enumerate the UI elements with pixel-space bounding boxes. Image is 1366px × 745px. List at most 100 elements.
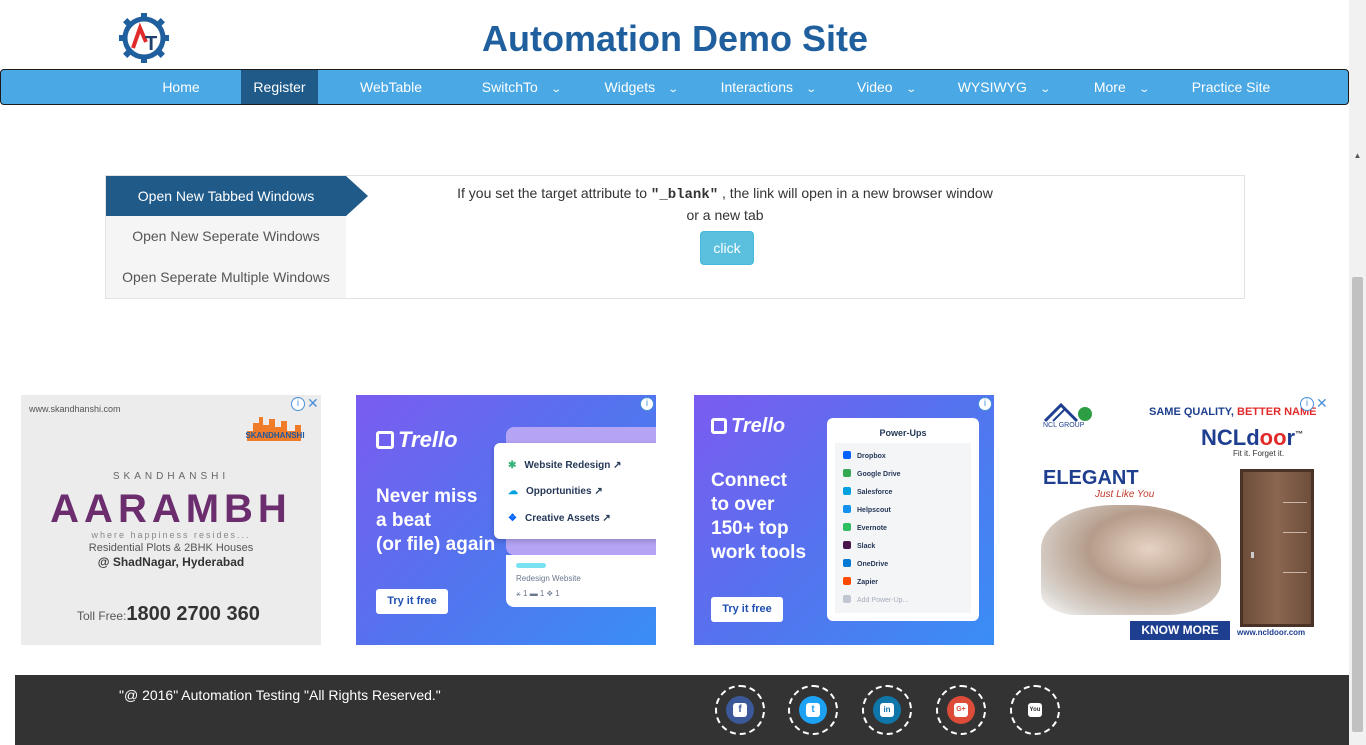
ad-headline: (or file) again bbox=[376, 534, 496, 555]
slack-icon bbox=[843, 541, 851, 549]
power-up-item: OneDrive bbox=[843, 559, 888, 568]
code-text: "_blank" bbox=[650, 187, 719, 203]
nav-item-more[interactable]: More ⌄ bbox=[1081, 70, 1161, 104]
power-up-label: Add Power-Up... bbox=[857, 597, 909, 604]
ad-ncl-door[interactable]: NCL GROUP SAME QUALITY, BETTER NAME NCLd… bbox=[1029, 395, 1329, 645]
trello-card: Redesign Website ⚹ 1 ▬ 1 ❖ 1 bbox=[506, 555, 656, 607]
card-row: ❖ Creative Assets ↗ bbox=[508, 513, 611, 524]
trello-logo: Trello bbox=[376, 427, 458, 453]
scrollbar-thumb[interactable] bbox=[1352, 277, 1363, 732]
nav-item-switchto[interactable]: SwitchTo ⌄ bbox=[471, 70, 571, 104]
nav-label: Interactions bbox=[720, 79, 793, 95]
google-plus-icon: G+ bbox=[947, 696, 975, 724]
power-up-item: Helpscout bbox=[843, 505, 891, 514]
power-up-item: Dropbox bbox=[843, 451, 886, 460]
card-row-label: Website Redesign ↗ bbox=[524, 460, 622, 471]
ad-elegant: ELEGANT bbox=[1043, 467, 1139, 489]
ncldoor-brand: NCLdoor™ bbox=[1201, 425, 1303, 451]
nav-label: Video bbox=[857, 79, 893, 95]
trello-logo-text: Trello bbox=[398, 427, 458, 452]
ad-headline: 150+ top bbox=[711, 518, 789, 539]
ad-trello-connect[interactable]: Trello Connect to over 150+ top work too… bbox=[694, 395, 994, 645]
nav-item-wysiwyg[interactable]: WYSIWYG ⌄ bbox=[946, 70, 1061, 104]
facebook-glyph: f bbox=[733, 703, 747, 717]
salesforce-icon: ☁ bbox=[508, 486, 518, 497]
ncl-house-logo-icon bbox=[1043, 402, 1092, 423]
nav-item-interactions[interactable]: Interactions ⌄ bbox=[708, 70, 828, 104]
trello-logo-text: Trello bbox=[731, 415, 786, 437]
ad-line: Residential Plots & 2BHK Houses bbox=[88, 542, 254, 554]
power-up-item: Google Drive bbox=[843, 469, 901, 478]
ad-info-icon[interactable]: i bbox=[1300, 397, 1314, 411]
description-text: , the link will open in a new browser wi… bbox=[686, 185, 993, 223]
trello-logo: Trello bbox=[711, 415, 785, 438]
twitter-icon: t bbox=[799, 696, 827, 724]
nav-label: Home bbox=[162, 79, 200, 95]
google-plus-link[interactable]: G+ bbox=[936, 685, 986, 735]
ncl-group-label: NCL GROUP bbox=[1043, 422, 1085, 429]
ad-close-icon[interactable]: ✕ bbox=[1316, 396, 1328, 410]
power-up-label: Slack bbox=[857, 543, 876, 550]
ad-logo-text: SKANDHANSHI bbox=[245, 431, 305, 440]
power-up-item: Add Power-Up... bbox=[843, 595, 908, 604]
dropbox-icon: ❖ bbox=[508, 513, 517, 524]
tab-open-new-tabbed-windows[interactable]: Open New Tabbed Windows bbox=[106, 176, 346, 216]
youtube-link[interactable]: You bbox=[1010, 685, 1060, 735]
ad-url: www.ncldoor.com bbox=[1237, 628, 1306, 637]
ad-skandhanshi[interactable]: www.skandhanshi.com SKANDHANSHI SKANDHAN… bbox=[21, 395, 321, 645]
youtube-icon: You bbox=[1021, 696, 1049, 724]
nav-item-practice-site[interactable]: Practice Site bbox=[1181, 70, 1281, 104]
tab-list: Open New Tabbed Windows Open New Seperat… bbox=[106, 176, 346, 298]
door-groove bbox=[1283, 532, 1307, 533]
ad-url: www.skandhanshi.com bbox=[29, 404, 121, 414]
linkedin-icon: in bbox=[873, 696, 901, 724]
nav-item-video[interactable]: Video ⌄ bbox=[841, 70, 931, 104]
nav-item-register[interactable]: Register bbox=[241, 70, 318, 104]
ad-trello-never-miss[interactable]: Trello Never miss a beat (or file) again… bbox=[356, 395, 656, 645]
tab-open-seperate-multiple-windows[interactable]: Open Seperate Multiple Windows bbox=[106, 257, 346, 297]
chevron-down-icon: ⌄ bbox=[805, 84, 818, 95]
headline-part: SAME QUALITY, bbox=[1149, 406, 1238, 418]
vertical-scrollbar[interactable]: ▲ bbox=[1349, 0, 1366, 745]
nav-item-home[interactable]: Home bbox=[141, 70, 221, 104]
page-title: Automation Demo Site bbox=[481, 18, 868, 59]
dropbox-icon bbox=[843, 451, 851, 459]
power-up-item: Evernote bbox=[843, 523, 887, 532]
facebook-link[interactable]: f bbox=[715, 685, 765, 735]
door-handle bbox=[1251, 552, 1254, 558]
power-ups-list: Dropbox Google Drive Salesforce Helpscou… bbox=[835, 443, 971, 613]
copyright-text: "@ 2016" Automation Testing "All Rights … bbox=[119, 687, 441, 703]
power-up-label: Dropbox bbox=[857, 453, 886, 460]
facebook-icon: f bbox=[726, 696, 754, 724]
linkedin-link[interactable]: in bbox=[862, 685, 912, 735]
nav-label: More bbox=[1093, 79, 1126, 95]
tab-open-new-seperate-windows[interactable]: Open New Seperate Windows bbox=[106, 216, 346, 256]
door-image bbox=[1240, 469, 1314, 627]
ad-close-icon[interactable]: ✕ bbox=[307, 396, 319, 410]
card-meta: ⚹ 1 ▬ 1 ❖ 1 bbox=[516, 589, 560, 598]
brand-part: NCLd bbox=[1201, 425, 1260, 450]
ad-info-icon[interactable]: i bbox=[640, 397, 654, 411]
card-label-bar bbox=[516, 563, 546, 568]
click-button[interactable]: click bbox=[700, 231, 754, 265]
twitter-link[interactable]: t bbox=[788, 685, 838, 735]
power-up-item: Zapier bbox=[843, 577, 878, 586]
ad-info-icon[interactable]: i bbox=[291, 397, 305, 411]
power-up-label: Evernote bbox=[857, 525, 887, 532]
ad-info-icon[interactable]: i bbox=[978, 397, 992, 411]
try-it-free-button[interactable]: Try it free bbox=[376, 589, 448, 614]
nav-item-webtable[interactable]: WebTable bbox=[341, 70, 441, 104]
power-ups-title: Power-Ups bbox=[879, 428, 927, 438]
scroll-up-arrow-icon[interactable]: ▲ bbox=[1353, 152, 1362, 160]
salesforce-icon bbox=[843, 487, 851, 495]
nav-label: SwitchTo bbox=[481, 79, 538, 95]
try-it-free-button[interactable]: Try it free bbox=[711, 597, 783, 622]
nav-item-widgets[interactable]: Widgets ⌄ bbox=[591, 70, 691, 104]
know-more-button[interactable]: KNOW MORE bbox=[1130, 621, 1230, 640]
google-plus-glyph: G+ bbox=[954, 703, 968, 717]
door-groove bbox=[1283, 502, 1307, 503]
card-title: Redesign Website bbox=[516, 574, 581, 583]
power-up-label: OneDrive bbox=[857, 561, 889, 568]
card-row-label: Opportunities ↗ bbox=[526, 486, 603, 497]
ad-toll-free: Toll Free:1800 2700 360 bbox=[77, 603, 260, 626]
